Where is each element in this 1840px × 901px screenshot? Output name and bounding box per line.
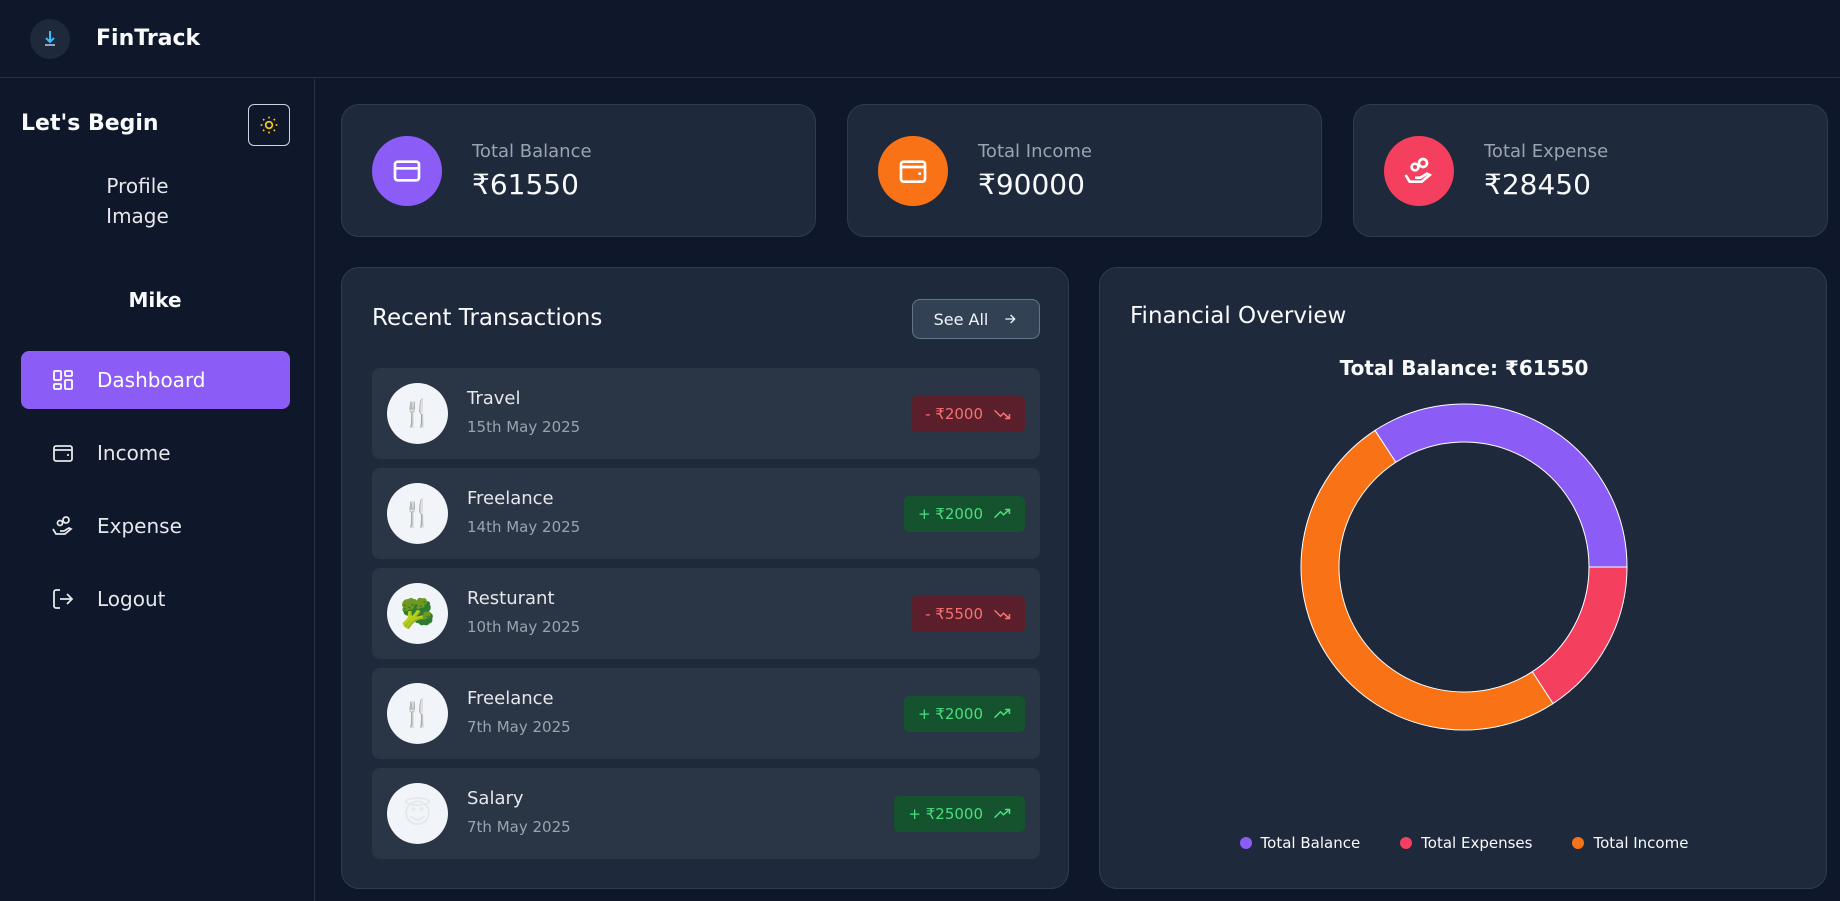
transaction-date: 14th May 2025 <box>467 518 581 536</box>
sidebar-item-expense[interactable]: Expense <box>21 497 290 555</box>
halo-smile-emoji: 😇 <box>387 783 448 844</box>
sidebar-item-label: Income <box>97 441 171 465</box>
stat-value: ₹28450 <box>1484 167 1591 201</box>
transaction-date: 10th May 2025 <box>467 618 581 636</box>
sidebar-item-income[interactable]: Income <box>21 424 290 482</box>
legend-item[interactable]: Total Expenses <box>1400 834 1532 852</box>
transaction-title: Freelance <box>467 688 554 709</box>
sidebar-item-logout[interactable]: Logout <box>21 570 290 628</box>
transaction-row[interactable]: 🍴 Travel 15th May 2025 - ₹2000 <box>372 368 1040 459</box>
amount-label: + ₹2000 <box>917 505 983 523</box>
trending-up-icon <box>993 708 1011 719</box>
transaction-list: 🍴 Travel 15th May 2025 - ₹2000 🍴 Freelan… <box>372 368 1040 868</box>
stat-value: ₹61550 <box>472 167 579 201</box>
top-bar: FinTrack <box>0 0 1840 78</box>
arrow-right-icon <box>1005 314 1016 324</box>
sidebar-nav: Dashboard Income Expense Logout <box>21 351 290 643</box>
trending-up-icon <box>993 508 1011 519</box>
legend-label: Total Expenses <box>1421 834 1533 852</box>
profile-image: Profile Image <box>106 174 169 228</box>
amount-label: - ₹2000 <box>925 405 983 423</box>
broccoli-emoji: 🥦 <box>387 583 448 644</box>
transaction-date: 7th May 2025 <box>467 818 571 836</box>
hand-coins-icon <box>1384 135 1454 206</box>
stat-card-total-income: Total Income ₹90000 <box>847 104 1322 237</box>
wallet-icon <box>53 445 73 462</box>
financial-overview-panel: Financial Overview Total Balance: ₹61550… <box>1099 267 1827 889</box>
legend-label: Total Balance <box>1260 834 1361 852</box>
sidebar-item-dashboard[interactable]: Dashboard <box>21 351 290 409</box>
legend-swatch <box>1572 837 1585 849</box>
panel-title: Recent Transactions <box>372 305 603 331</box>
hand-coins-icon <box>52 516 73 535</box>
sidebar-item-label: Logout <box>97 587 166 611</box>
utensils-icon: 🍴 <box>387 383 448 444</box>
transaction-title: Resturant <box>467 588 555 609</box>
logout-icon <box>53 589 74 609</box>
transaction-row[interactable]: 🥦 Resturant 10th May 2025 - ₹5500 <box>372 568 1040 659</box>
app-logo-icon[interactable] <box>30 18 70 59</box>
stat-card-total-balance: Total Balance ₹61550 <box>341 104 816 237</box>
see-all-button[interactable]: See All <box>912 299 1040 339</box>
donut-slice-total-balance[interactable] <box>1374 403 1628 568</box>
trending-down-icon <box>993 609 1011 620</box>
transaction-date: 7th May 2025 <box>467 718 571 736</box>
sidebar-item-label: Expense <box>97 514 182 538</box>
transaction-amount: + ₹2000 <box>903 696 1025 732</box>
panel-title: Financial Overview <box>1130 303 1347 329</box>
legend-label: Total Income <box>1593 834 1689 852</box>
legend-swatch <box>1239 837 1252 849</box>
donut-slice-total-expenses[interactable] <box>1531 566 1628 705</box>
trending-up-icon <box>993 808 1011 819</box>
transaction-row[interactable]: 🍴 Freelance 14th May 2025 + ₹2000 <box>372 468 1040 559</box>
transaction-title: Travel <box>467 388 521 409</box>
stat-value: ₹90000 <box>978 167 1085 201</box>
transaction-row[interactable]: 🍴 Freelance 7th May 2025 + ₹2000 <box>372 668 1040 759</box>
transaction-title: Freelance <box>467 488 554 509</box>
transaction-date: 15th May 2025 <box>467 418 581 436</box>
theme-toggle-button[interactable] <box>248 104 290 146</box>
donut-slice-total-income[interactable] <box>1300 429 1554 731</box>
see-all-label: See All <box>933 309 989 329</box>
credit-card-icon <box>372 135 442 206</box>
user-name: Mike <box>128 288 182 312</box>
utensils-icon: 🍴 <box>387 683 448 744</box>
sidebar-item-label: Dashboard <box>97 368 206 392</box>
trending-down-icon <box>993 409 1011 420</box>
chart-total-balance: Total Balance: ₹61550 <box>1339 356 1589 380</box>
sidebar: Let's Begin Profile Image Mike Dashboard… <box>0 79 315 901</box>
stat-label: Total Income <box>978 140 1092 162</box>
legend-item[interactable]: Total Income <box>1572 834 1688 852</box>
recent-transactions-panel: Recent Transactions See All 🍴 Travel 15t… <box>341 267 1069 889</box>
transaction-amount: + ₹25000 <box>894 796 1025 832</box>
stat-card-total-expense: Total Expense ₹28450 <box>1353 104 1828 237</box>
stat-label: Total Balance <box>472 140 592 162</box>
amount-label: + ₹25000 <box>908 805 983 823</box>
sidebar-title: Let's Begin <box>21 111 159 136</box>
amount-label: - ₹5500 <box>925 605 983 623</box>
wallet-icon <box>878 135 948 206</box>
transaction-amount: - ₹2000 <box>911 396 1025 432</box>
chart-legend: Total Balance Total Expenses Total Incom… <box>1100 834 1828 852</box>
sun-icon <box>260 116 278 134</box>
transaction-title: Salary <box>467 788 524 809</box>
transaction-amount: + ₹2000 <box>903 496 1025 532</box>
legend-swatch <box>1400 837 1413 849</box>
stat-label: Total Expense <box>1484 140 1609 162</box>
utensils-icon: 🍴 <box>387 483 448 544</box>
donut-chart <box>1300 403 1628 731</box>
app-name: FinTrack <box>96 26 201 51</box>
dashboard-icon <box>53 370 73 390</box>
amount-label: + ₹2000 <box>917 705 983 723</box>
transaction-amount: - ₹5500 <box>911 596 1025 632</box>
legend-item[interactable]: Total Balance <box>1239 834 1361 852</box>
transaction-row[interactable]: 😇 Salary 7th May 2025 + ₹25000 <box>372 768 1040 859</box>
